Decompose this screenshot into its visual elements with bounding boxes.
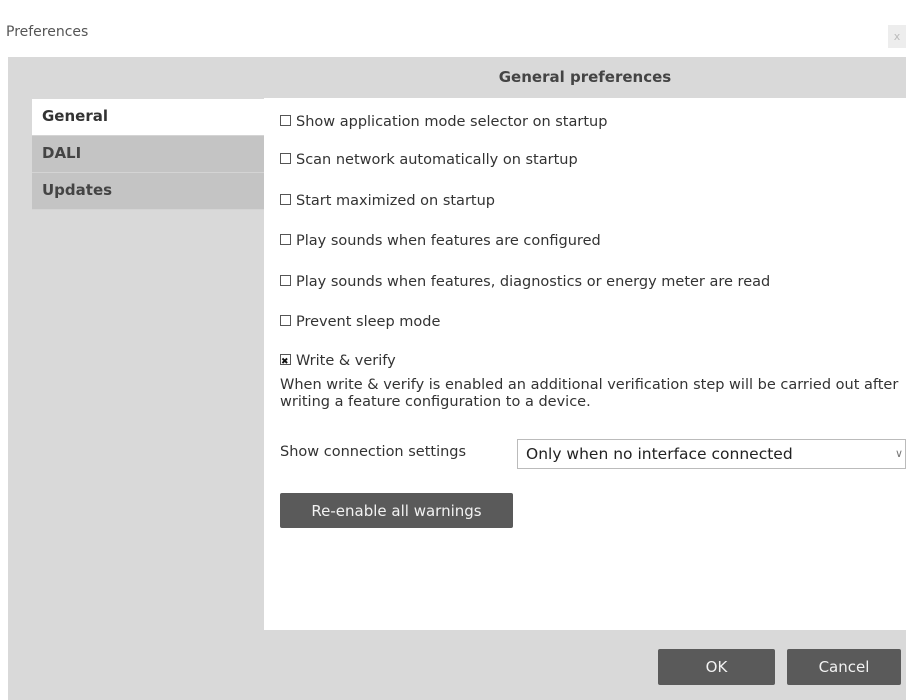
sidebar-item-dali[interactable]: DALI bbox=[32, 136, 264, 173]
chevron-down-icon[interactable]: ∨ bbox=[895, 440, 903, 468]
checkbox-unchecked-icon[interactable] bbox=[280, 314, 291, 326]
option-play-sounds-configured[interactable]: Play sounds when features are configured bbox=[280, 230, 601, 252]
option-label: Show application mode selector on startu… bbox=[296, 114, 608, 130]
reenable-warnings-button[interactable]: Re-enable all warnings bbox=[280, 493, 513, 528]
window-title: Preferences bbox=[6, 24, 89, 40]
section-title: General preferences bbox=[498, 68, 672, 86]
option-label: Write & verify bbox=[296, 353, 396, 369]
option-label: Prevent sleep mode bbox=[296, 314, 441, 330]
checkbox-unchecked-icon[interactable] bbox=[280, 152, 291, 164]
title-bar: Preferences x bbox=[0, 0, 906, 57]
checkbox-unchecked-icon[interactable] bbox=[280, 274, 291, 286]
option-play-sounds-read[interactable]: Play sounds when features, diagnostics o… bbox=[280, 271, 770, 293]
write-verify-description: When write & verify is enabled an additi… bbox=[280, 377, 899, 410]
close-button[interactable]: x bbox=[888, 25, 906, 48]
checkbox-checked-icon[interactable] bbox=[280, 351, 291, 373]
option-label: Start maximized on startup bbox=[296, 193, 495, 209]
cancel-button[interactable]: Cancel bbox=[787, 649, 901, 685]
ok-button[interactable]: OK bbox=[658, 649, 775, 685]
option-label: Play sounds when features, diagnostics o… bbox=[296, 274, 771, 290]
general-preferences-panel: Show application mode selector on startu… bbox=[264, 98, 906, 630]
connection-settings-select[interactable]: Only when no interface connected ∨ bbox=[517, 439, 906, 469]
select-value: Only when no interface connected bbox=[526, 445, 793, 463]
option-label: Scan network automatically on startup bbox=[296, 152, 578, 168]
connection-settings-label: Show connection settings bbox=[280, 444, 467, 460]
checkbox-unchecked-icon[interactable] bbox=[280, 233, 291, 245]
option-show-mode-selector[interactable]: Show application mode selector on startu… bbox=[280, 111, 607, 133]
option-prevent-sleep[interactable]: Prevent sleep mode bbox=[280, 311, 440, 333]
checkbox-unchecked-icon[interactable] bbox=[280, 193, 291, 205]
preferences-dialog: General preferences General DALI Updates… bbox=[8, 57, 906, 700]
option-scan-network[interactable]: Scan network automatically on startup bbox=[280, 149, 578, 171]
option-start-maximized[interactable]: Start maximized on startup bbox=[280, 190, 495, 212]
option-label: Play sounds when features are configured bbox=[296, 233, 601, 249]
sidebar-item-updates[interactable]: Updates bbox=[32, 173, 264, 210]
checkbox-unchecked-icon[interactable] bbox=[280, 114, 291, 126]
sidebar-item-general[interactable]: General bbox=[32, 99, 264, 136]
sidebar: General DALI Updates bbox=[32, 99, 264, 210]
option-write-verify[interactable]: Write & verify bbox=[280, 350, 396, 373]
